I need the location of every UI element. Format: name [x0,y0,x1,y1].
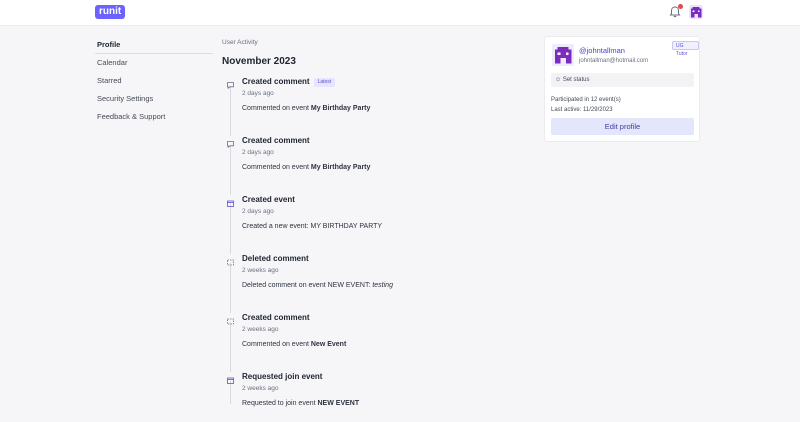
set-status-label: Set status [562,77,590,83]
section-label: User Activity [222,39,258,46]
notification-dot [678,4,683,9]
activity-description: Created a new event: MY BIRTHDAY PARTY [242,223,383,230]
calendar-icon [226,372,235,384]
event-link[interactable]: My Birthday Party [311,164,371,171]
activity-time: 2 days ago [242,90,274,97]
activity-time: 2 weeks ago [242,385,279,392]
activity-desc-text: Requested to join event [242,400,318,407]
activity-time: 2 weeks ago [242,267,279,274]
sidebar-item-calendar[interactable]: Calendar [95,54,213,72]
activity-time: 2 days ago [242,149,274,156]
month-heading: November 2023 [222,56,296,67]
settings-sidebar: Profile Calendar Starred Security Settin… [95,36,213,126]
smile-icon: ☺ [555,77,562,83]
activity-desc-text: Commented on event [242,105,311,112]
comment-icon [226,254,235,266]
activity-description: Commented on event My Birthday Party [242,164,370,171]
latest-badge: Latest [313,78,336,87]
activity-time: 2 days ago [242,208,274,215]
comment-icon [226,313,235,325]
event-link[interactable]: NEW EVENT [318,400,360,407]
activity-time: 2 weeks ago [242,326,279,333]
event-link[interactable]: My Birthday Party [311,105,371,112]
app-logo[interactable]: runit [95,5,126,19]
profile-card: @johntallman johntallman@hotmail.com UG … [544,36,700,142]
role-badge: UG Tutor [672,41,699,57]
event-link[interactable]: New Event [311,341,346,348]
profile-avatar [552,44,574,66]
set-status-button[interactable]: ☺ Set status [551,73,694,87]
sidebar-item-security-settings[interactable]: Security Settings [95,90,213,108]
calendar-icon [226,195,235,207]
activity-title: Deleted comment [242,254,309,263]
timeline-line [230,84,231,404]
user-avatar[interactable] [689,5,703,19]
profile-email: johntallman@hotmail.com [579,58,649,64]
activity-desc-text: Commented on event [242,164,311,171]
last-active: Last active: 11/29/2023 [551,107,613,113]
activity-title: Created comment [242,136,310,145]
activity-title: Created comment Latest [242,77,336,87]
activity-description: Commented on event New Event [242,341,346,348]
activity-title-text: Created comment [242,77,310,86]
profile-username: @johntallman [579,46,625,55]
activity-title: Requested join event [242,372,323,381]
activity-desc-text: Deleted comment on event NEW EVENT: [242,282,373,289]
participated-count: Participated in 12 event(s) [551,97,621,103]
activity-desc-text: Commented on event [242,341,311,348]
activity-title: Created event [242,195,295,204]
activity-description: Requested to join event NEW EVENT [242,400,359,407]
activity-description: Deleted comment on event NEW EVENT: test… [242,282,393,289]
comment-icon [226,136,235,149]
activity-description: Commented on event My Birthday Party [242,105,370,112]
sidebar-item-profile[interactable]: Profile [95,36,213,54]
comment-text: testing [372,282,393,289]
sidebar-item-starred[interactable]: Starred [95,72,213,90]
activity-title: Created comment [242,313,310,322]
edit-profile-button[interactable]: Edit profile [551,118,694,135]
comment-icon [226,77,235,90]
sidebar-item-feedback-support[interactable]: Feedback & Support [95,108,213,126]
top-navigation-bar: runit [0,0,800,26]
